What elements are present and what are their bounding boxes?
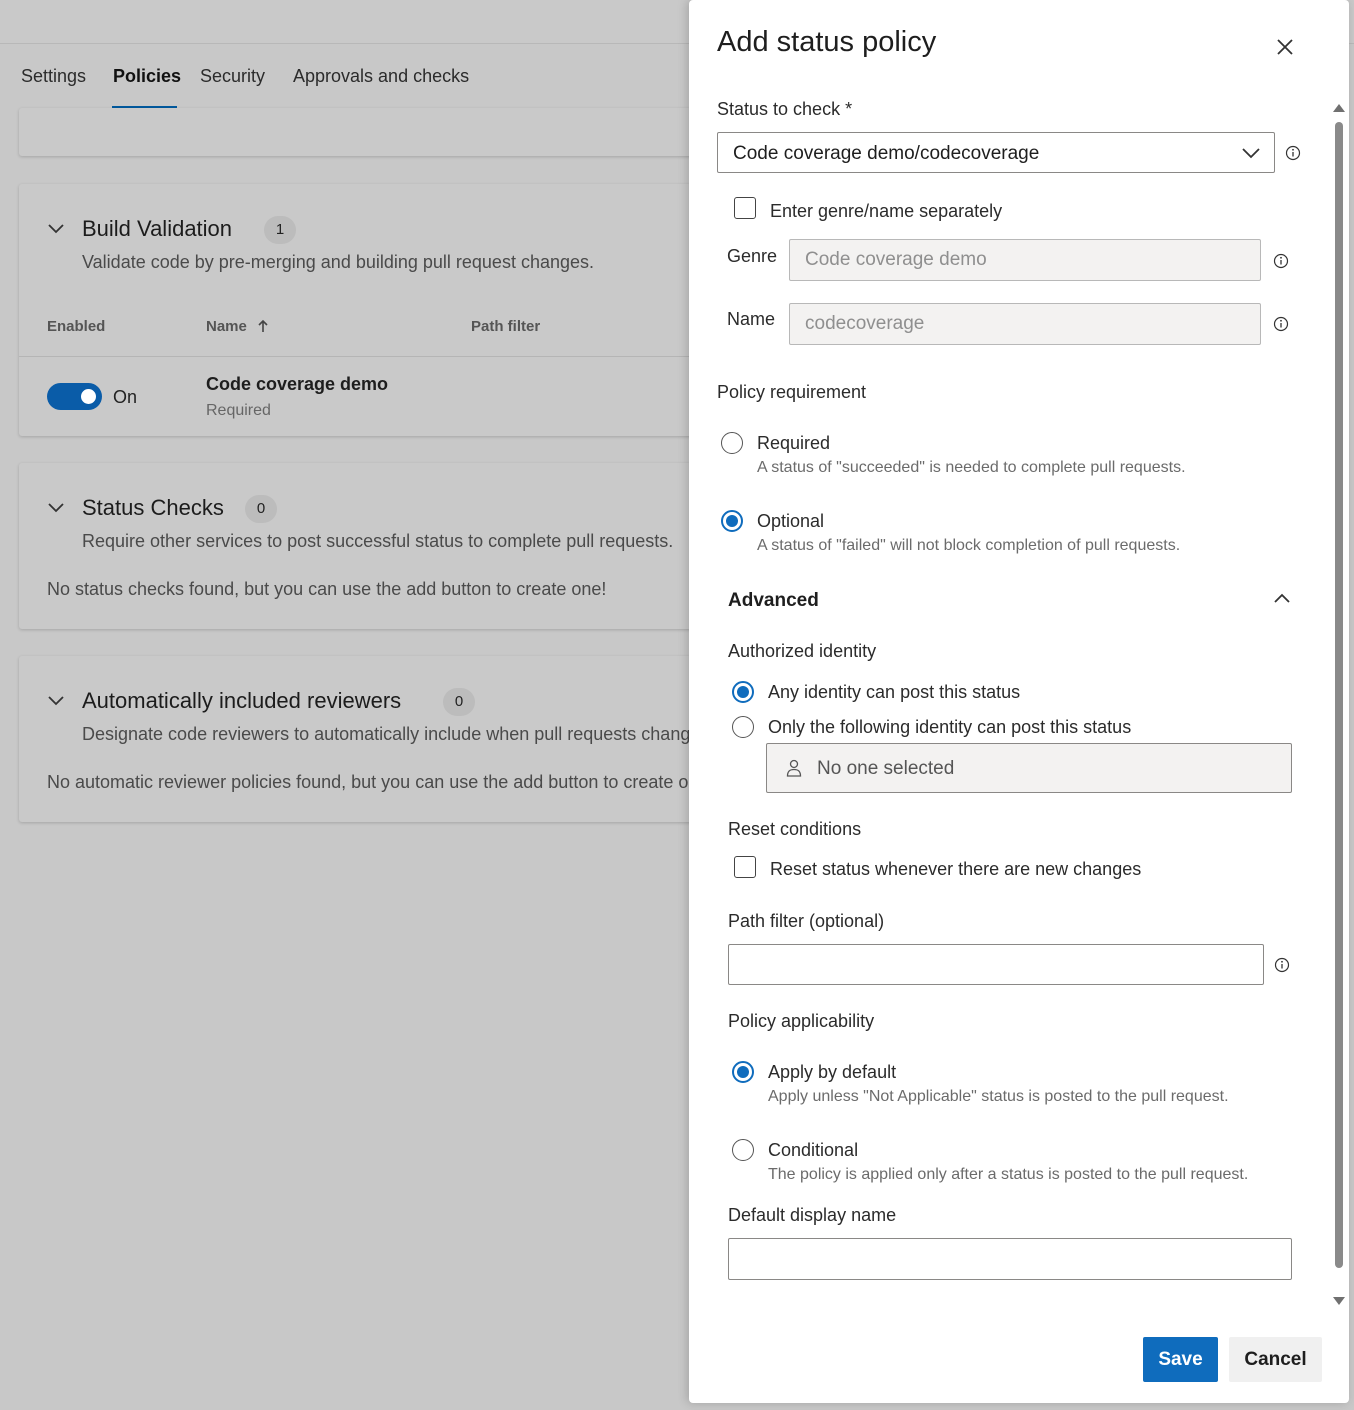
enter-separately-label: Enter genre/name separately	[770, 201, 1003, 221]
any-identity-radio[interactable]	[732, 681, 754, 703]
scroll-thumb[interactable]	[1335, 122, 1343, 1268]
empty-state-text: No automatic reviewer policies found, bu…	[47, 772, 714, 792]
info-icon[interactable]	[1274, 957, 1290, 973]
status-to-check-value: Code coverage demo/codecoverage	[733, 143, 1040, 164]
enter-separately-checkbox[interactable]	[734, 197, 756, 219]
card-title: Status Checks	[82, 495, 224, 520]
person-icon	[786, 759, 802, 777]
optional-description: A status of "failed" will not block comp…	[757, 537, 1181, 554]
column-header-enabled[interactable]: Enabled	[47, 318, 105, 335]
close-icon[interactable]	[1273, 35, 1297, 59]
chevron-down-icon[interactable]	[47, 498, 65, 516]
policy-name[interactable]: Code coverage demo	[206, 374, 388, 395]
status-to-check-dropdown[interactable]: Code coverage demo/codecoverage	[717, 132, 1275, 173]
genre-input[interactable]	[789, 239, 1261, 281]
reset-status-label: Reset status whenever there are new chan…	[770, 859, 1142, 879]
genre-label: Genre	[727, 246, 778, 266]
column-header-path-filter[interactable]: Path filter	[471, 318, 540, 335]
add-status-policy-panel: Add status policy Status to check * Code…	[689, 0, 1349, 1403]
conditional-description: The policy is applied only after a statu…	[768, 1166, 1249, 1183]
empty-state-text: No status checks found, but you can use …	[47, 579, 607, 599]
chevron-down-icon[interactable]	[47, 691, 65, 709]
required-radio[interactable]	[721, 432, 743, 454]
authorized-identity-label: Authorized identity	[728, 641, 877, 661]
info-icon[interactable]	[1273, 316, 1289, 332]
advanced-section-title[interactable]: Advanced	[728, 590, 819, 612]
scroll-up-arrow[interactable]	[1333, 104, 1345, 112]
only-identity-label: Only the following identity can post thi…	[768, 717, 1132, 737]
only-identity-radio[interactable]	[732, 716, 754, 738]
reviewers-card: Automatically included reviewers 0 Desig…	[19, 656, 719, 822]
tab-settings[interactable]: Settings	[21, 66, 86, 87]
apply-by-default-radio[interactable]	[732, 1061, 754, 1083]
tab-approvals-and-checks[interactable]: Approvals and checks	[293, 66, 469, 87]
count-badge: 1	[264, 216, 296, 244]
chevron-up-icon[interactable]	[1272, 589, 1292, 607]
card-description: Validate code by pre-merging and buildin…	[82, 252, 594, 272]
any-identity-label: Any identity can post this status	[768, 682, 1021, 702]
conditional-radio[interactable]	[732, 1139, 754, 1161]
default-display-name-label: Default display name	[728, 1205, 897, 1225]
status-to-check-label: Status to check *	[717, 99, 853, 119]
chevron-down-icon[interactable]	[47, 219, 65, 237]
info-icon[interactable]	[1285, 145, 1301, 161]
apply-by-default-description: Apply unless "Not Applicable" status is …	[768, 1088, 1229, 1105]
policy-requirement: Required	[206, 402, 271, 419]
name-label: Name	[727, 309, 776, 329]
card-title: Build Validation	[82, 216, 233, 241]
column-header-name[interactable]: Name	[206, 318, 247, 335]
policy-requirement-label: Policy requirement	[717, 382, 867, 402]
policy-card-partial	[19, 108, 719, 156]
optional-radio[interactable]	[721, 510, 743, 532]
path-filter-input[interactable]	[728, 944, 1264, 985]
apply-by-default-label: Apply by default	[768, 1062, 897, 1082]
identity-picker[interactable]: No one selected	[766, 743, 1292, 793]
tab-security[interactable]: Security	[200, 66, 265, 87]
info-icon[interactable]	[1273, 253, 1289, 269]
conditional-label: Conditional	[768, 1140, 859, 1160]
tab-bar: Settings Policies Security Approvals and…	[0, 44, 700, 110]
chevron-down-icon	[1242, 148, 1260, 159]
toggle-state-label: On	[113, 387, 138, 407]
status-checks-card: Status Checks 0 Require other services t…	[19, 463, 719, 629]
default-display-name-input[interactable]	[728, 1238, 1292, 1280]
count-badge: 0	[443, 688, 475, 716]
panel-title: Add status policy	[717, 26, 937, 58]
policy-applicability-label: Policy applicability	[728, 1011, 875, 1031]
arrow-up-icon	[258, 319, 268, 332]
reset-conditions-label: Reset conditions	[728, 819, 862, 839]
save-button[interactable]: Save	[1143, 1337, 1218, 1382]
reset-status-checkbox[interactable]	[734, 856, 756, 878]
required-label: Required	[757, 433, 831, 453]
panel-scrollbar[interactable]	[1332, 100, 1346, 1310]
card-description: Require other services to post successfu…	[82, 531, 674, 551]
tab-policies[interactable]: Policies	[113, 66, 181, 87]
scroll-down-arrow[interactable]	[1333, 1297, 1345, 1305]
name-input[interactable]	[789, 303, 1261, 345]
enabled-toggle[interactable]	[47, 383, 102, 410]
path-filter-label: Path filter (optional)	[728, 911, 885, 931]
divider	[19, 356, 719, 357]
toggle-knob	[81, 389, 96, 404]
cancel-button[interactable]: Cancel	[1229, 1337, 1322, 1382]
required-description: A status of "succeeded" is needed to com…	[757, 459, 1186, 476]
build-validation-card: Build Validation 1 Validate code by pre-…	[19, 184, 719, 436]
card-description: Designate code reviewers to automaticall…	[82, 724, 719, 744]
count-badge: 0	[245, 495, 277, 523]
identity-picker-text: No one selected	[817, 758, 955, 779]
card-title: Automatically included reviewers	[82, 688, 402, 713]
optional-label: Optional	[757, 511, 825, 531]
